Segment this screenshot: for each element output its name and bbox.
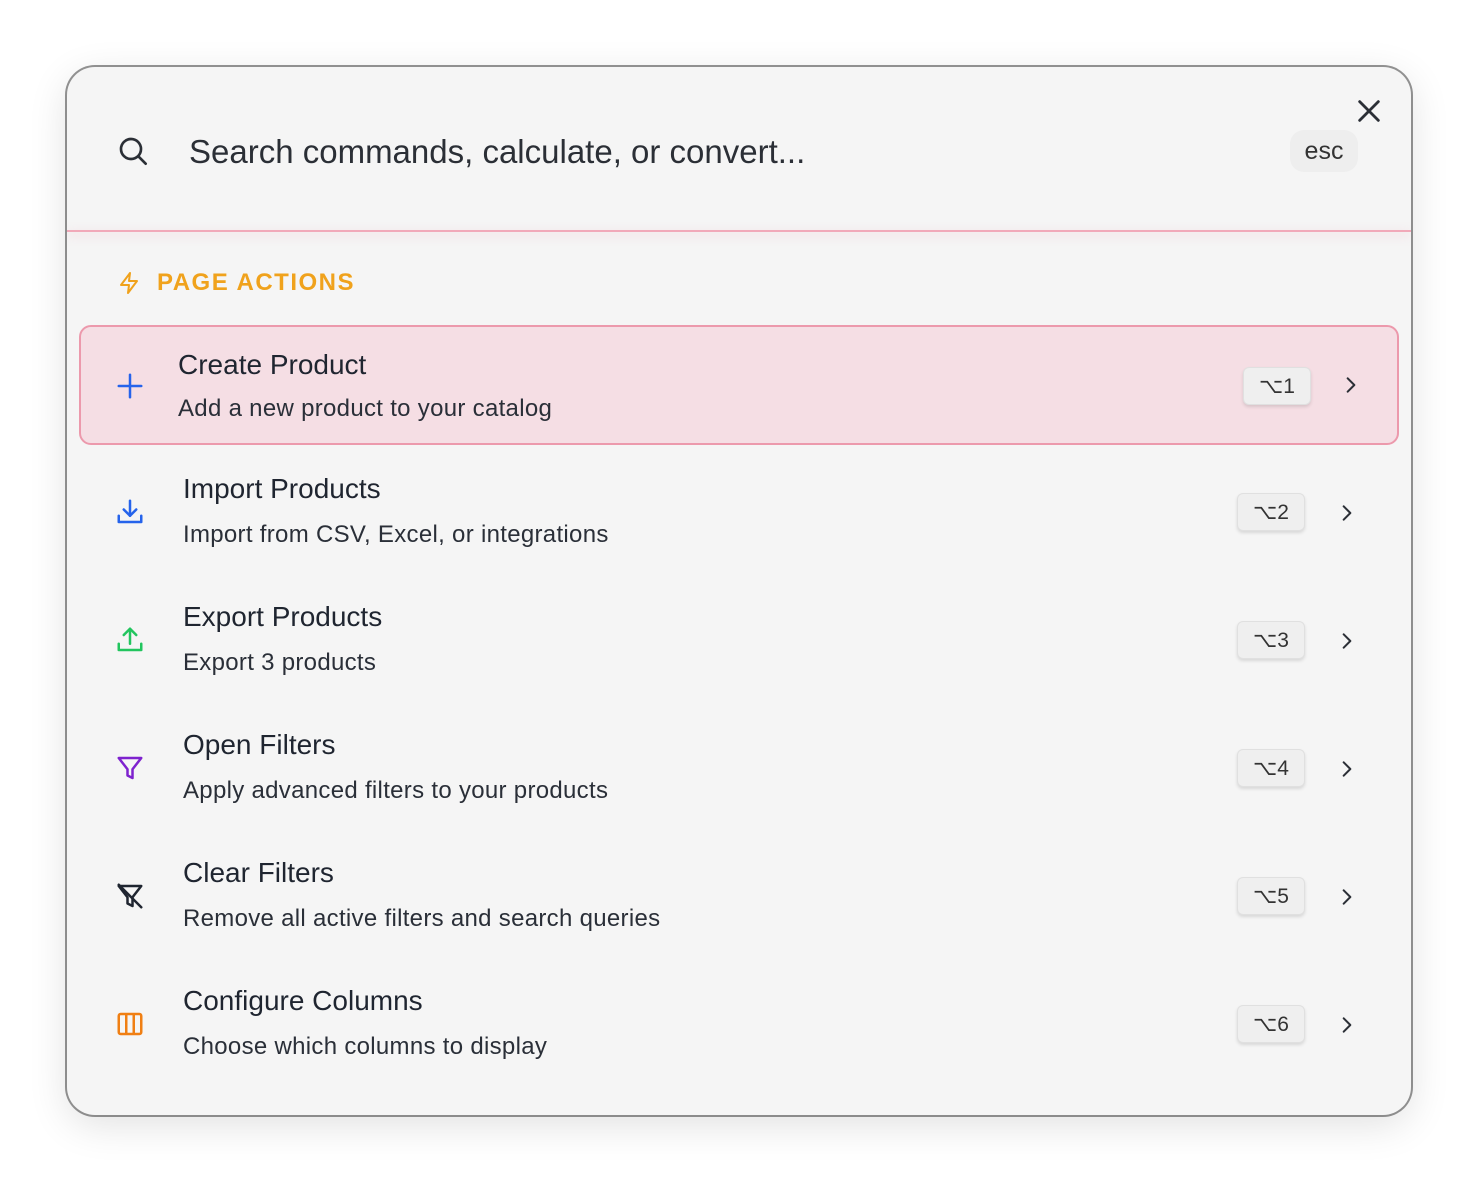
upload-icon	[117, 627, 143, 652]
shortcut-badge: ⌥6	[1237, 1005, 1305, 1043]
action-open-filters[interactable]: Open Filters Apply advanced filters to y…	[79, 709, 1399, 829]
download-icon	[117, 499, 143, 524]
item-title: Create Product	[178, 349, 367, 380]
item-title: Import Products	[183, 473, 381, 504]
shortcut-badge: ⌥2	[1237, 493, 1305, 531]
item-title: Export Products	[183, 601, 383, 632]
shortcut-badge: ⌥3	[1237, 621, 1305, 659]
chevron-right-icon	[1342, 633, 1352, 649]
search-icon	[119, 137, 147, 165]
plus-icon	[117, 373, 143, 399]
search-bar: esc	[67, 67, 1411, 231]
filter-off-icon	[117, 883, 143, 909]
shortcut-badge: ⌥5	[1237, 877, 1305, 915]
item-description: Add a new product to your catalog	[178, 395, 553, 422]
chevron-right-icon	[1342, 1017, 1352, 1033]
search-input[interactable]	[189, 127, 1269, 177]
section-header: PAGE ACTIONS	[117, 267, 355, 299]
close-icon[interactable]	[1355, 97, 1383, 125]
chevron-right-icon	[1342, 505, 1352, 521]
chevron-right-icon	[1342, 889, 1352, 905]
action-create-product[interactable]: Create Product Add a new product to your…	[79, 325, 1399, 445]
command-palette: esc PAGE ACTIONS Create Product Add a ne…	[67, 67, 1411, 1115]
item-title: Open Filters	[183, 729, 336, 760]
chevron-right-icon	[1346, 377, 1356, 393]
item-description: Choose which columns to display	[183, 1033, 548, 1060]
filter-icon	[117, 756, 143, 780]
action-export-products[interactable]: Export Products Export 3 products ⌥3	[79, 581, 1399, 701]
item-description: Export 3 products	[183, 649, 377, 676]
action-import-products[interactable]: Import Products Import from CSV, Excel, …	[79, 453, 1399, 573]
action-clear-filters[interactable]: Clear Filters Remove all active filters …	[79, 837, 1399, 957]
chevron-right-icon	[1342, 761, 1352, 777]
columns-icon	[117, 1012, 143, 1036]
item-title: Configure Columns	[183, 985, 423, 1016]
shortcut-badge: ⌥4	[1237, 749, 1305, 787]
search-divider	[67, 230, 1411, 232]
shortcut-badge: ⌥1	[1243, 367, 1311, 405]
esc-badge: esc	[1290, 130, 1358, 172]
item-description: Apply advanced filters to your products	[183, 777, 609, 804]
action-configure-columns[interactable]: Configure Columns Choose which columns t…	[79, 965, 1399, 1085]
item-title: Clear Filters	[183, 857, 334, 888]
section-title: PAGE ACTIONS	[157, 269, 356, 296]
item-description: Import from CSV, Excel, or integrations	[183, 521, 609, 548]
item-description: Remove all active filters and search que…	[183, 905, 661, 932]
lightning-icon	[120, 272, 138, 294]
